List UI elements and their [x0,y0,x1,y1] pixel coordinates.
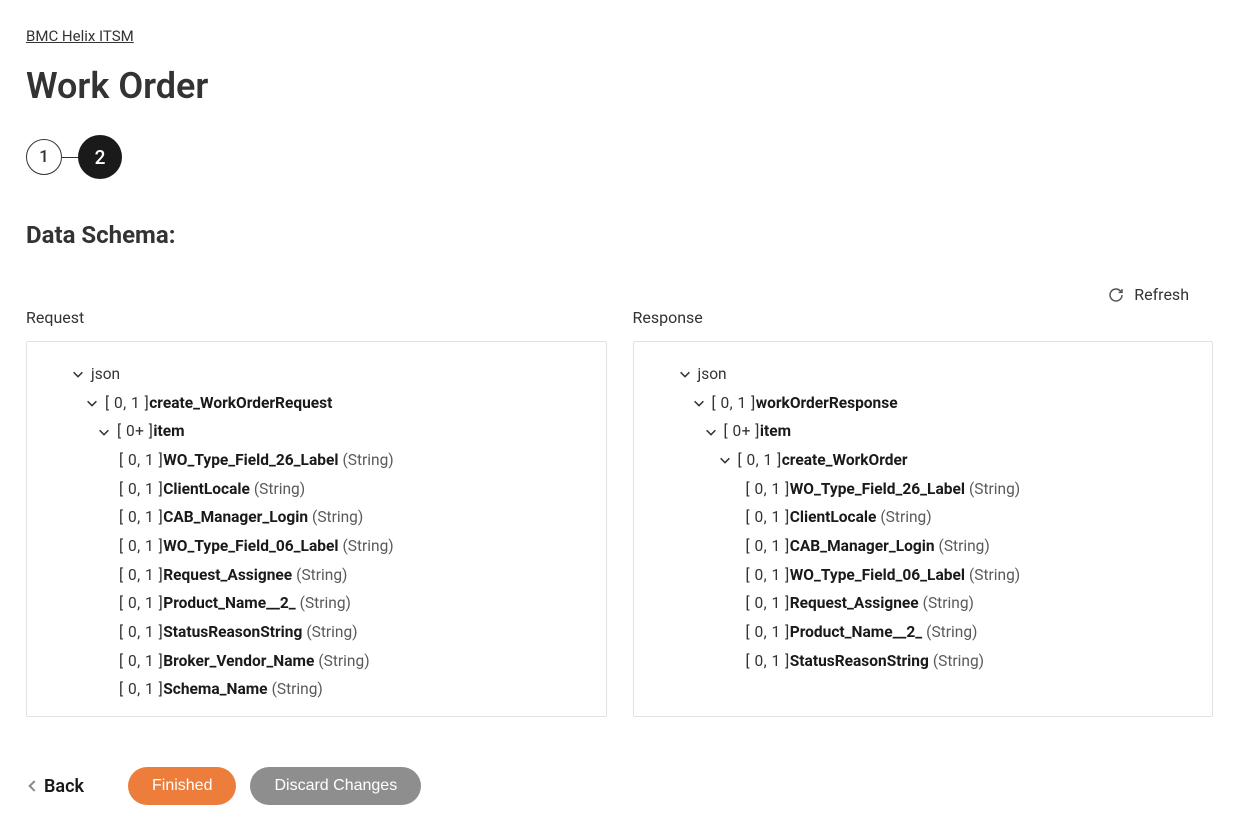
tree-field[interactable]: [ 0, 1 ] Request_Assignee(String) [650,589,1197,618]
back-button[interactable]: Back [30,776,84,797]
chevron-down-icon [71,367,85,381]
chevron-down-icon [704,425,718,439]
page-title: Work Order [26,65,1213,107]
tree-node-response-root[interactable]: [ 0, 1 ] workOrderResponse [650,389,1197,418]
step-connector [62,157,78,158]
tree-node-response-sub[interactable]: [ 0, 1 ] create_WorkOrder [650,446,1197,475]
chevron-down-icon [97,425,111,439]
chevron-down-icon [85,396,99,410]
tree-field[interactable]: [ 0, 1 ] Product_Name__2_(String) [650,618,1197,647]
tree-field[interactable]: [ 0, 1 ] Schema_Name(String) [43,675,590,704]
tree-field[interactable]: [ 0, 1 ] WO_Type_Field_26_Label(String) [43,446,590,475]
tree-node-json[interactable]: json [43,360,590,389]
tree-field[interactable]: [ 0, 1 ] WO_Type_Field_06_Label(String) [43,532,590,561]
tree-field[interactable]: [ 0, 1 ] ClientLocale(String) [43,475,590,504]
chevron-down-icon [678,367,692,381]
tree-field[interactable]: [ 0, 1 ] Product_Name__2_(String) [43,589,590,618]
finished-button[interactable]: Finished [128,767,236,805]
breadcrumb-link[interactable]: BMC Helix ITSM [26,27,134,45]
tree-field[interactable]: [ 0, 1 ] Request_Assignee(String) [43,561,590,590]
response-schema: json [ 0, 1 ] workOrderResponse [ 0+ ] i… [633,341,1214,717]
tree-field[interactable]: [ 0, 1 ] CAB_Manager_Login(String) [650,532,1197,561]
refresh-button[interactable]: Refresh [26,285,1213,304]
tree-node-json[interactable]: json [650,360,1197,389]
step-2[interactable]: 2 [78,135,122,179]
discard-button[interactable]: Discard Changes [250,767,421,805]
response-column: Response json [ 0, 1 ] workOrderResponse [633,308,1214,717]
refresh-icon [1108,287,1124,303]
request-schema: json [ 0, 1 ] create_WorkOrderRequest [ … [26,341,607,717]
tree-field[interactable]: [ 0, 1 ] Broker_Vendor_Name(String) [43,647,590,676]
chevron-down-icon [718,453,732,467]
stepper: 1 2 [26,135,1213,179]
footer: Back Finished Discard Changes [26,767,1213,805]
tree-node-item[interactable]: [ 0+ ] item [43,417,590,446]
chevron-down-icon [692,396,706,410]
tree-field[interactable]: [ 0, 1 ] WO_Type_Field_26_Label(String) [650,475,1197,504]
tree-field[interactable]: [ 0, 1 ] WO_Type_Field_06_Label(String) [650,561,1197,590]
tree-field[interactable]: [ 0, 1 ] ClientLocale(String) [650,503,1197,532]
tree-field[interactable]: [ 0, 1 ] StatusReasonString(String) [43,618,590,647]
tree-node-item[interactable]: [ 0+ ] item [650,417,1197,446]
tree-field[interactable]: [ 0, 1 ] CAB_Manager_Login(String) [43,503,590,532]
request-label: Request [26,308,607,327]
section-title: Data Schema: [26,221,1213,249]
chevron-left-icon [28,780,39,791]
request-column: Request json [ 0, 1 ] create_WorkOrderRe… [26,308,607,717]
tree-field[interactable]: [ 0, 1 ] StatusReasonString(String) [650,647,1197,676]
step-1[interactable]: 1 [26,139,62,175]
refresh-label: Refresh [1134,285,1189,304]
response-label: Response [633,308,1214,327]
tree-node-request-root[interactable]: [ 0, 1 ] create_WorkOrderRequest [43,389,590,418]
